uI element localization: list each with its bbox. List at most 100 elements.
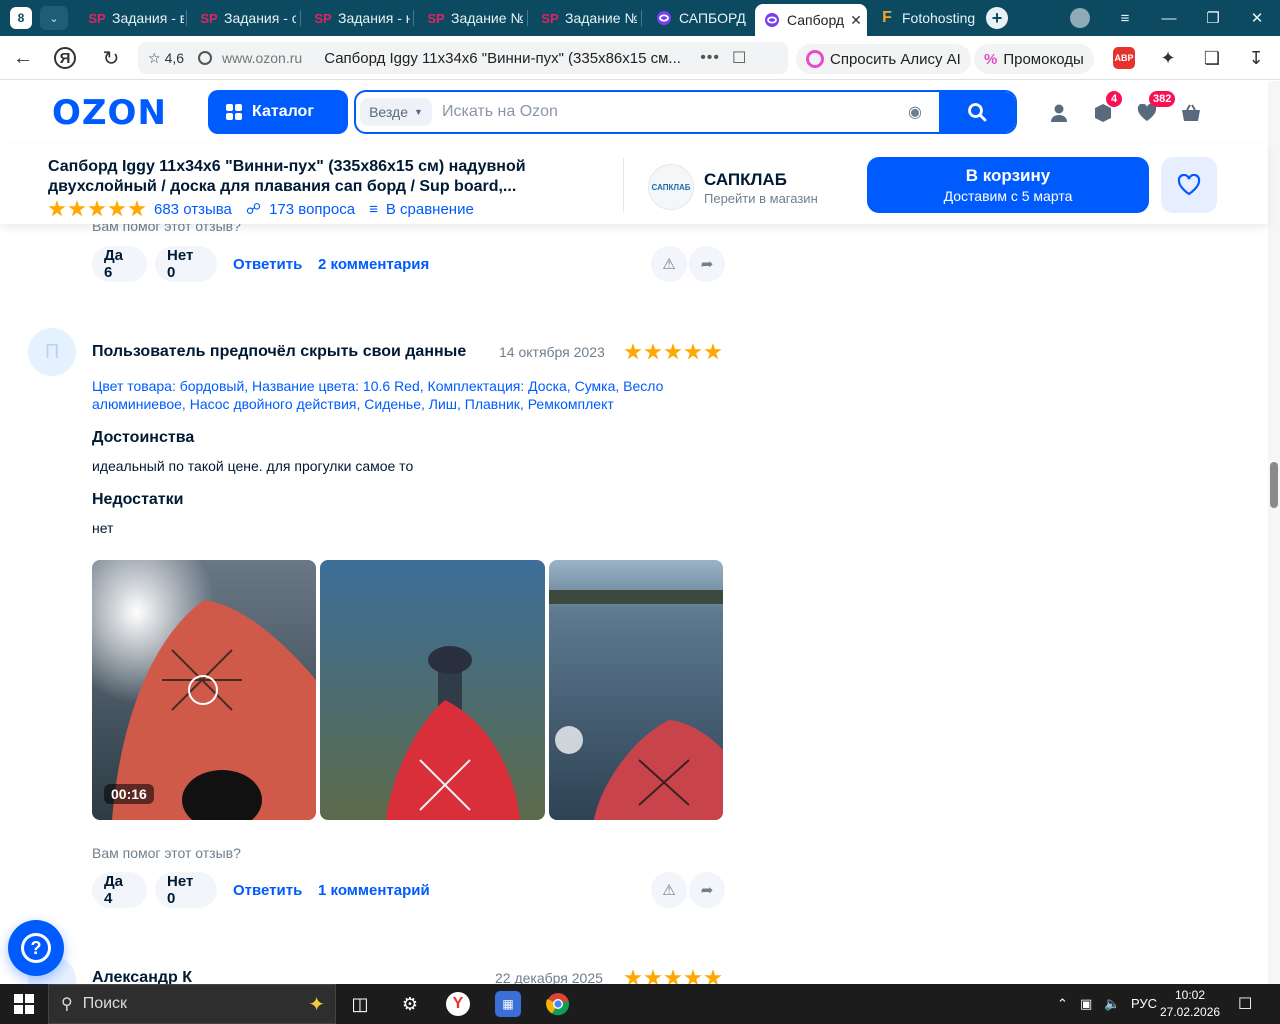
browser-tab[interactable]: SP Задания - н xyxy=(306,4,410,32)
catalog-button[interactable]: Каталог xyxy=(208,90,348,134)
browser-tab[interactable]: САПБОРД xyxy=(647,4,751,32)
menu-icon[interactable]: ≡ xyxy=(1110,6,1140,30)
add-to-cart-button[interactable]: В корзину Доставим с 5 марта xyxy=(867,157,1149,213)
address-bar[interactable]: ☆ 4,6 www.ozon.ru Сапборд Iggy 11x34x6 "… xyxy=(138,42,788,74)
collections-icon[interactable]: ❏ xyxy=(1200,46,1224,70)
windows-start-icon[interactable] xyxy=(14,994,34,1014)
tabs-list-chevron-icon[interactable]: ⌄ xyxy=(40,6,68,30)
search-button[interactable] xyxy=(939,92,1015,132)
pros-heading: Достоинства xyxy=(92,429,195,446)
questions-link[interactable]: 173 вопроса xyxy=(269,201,355,218)
ask-alice-button[interactable]: Спросить Алису AI xyxy=(796,44,971,74)
windows-taskbar: ⚲ Поиск ✦ ◫ ⚙ Y ▦ ⌃ ▣ 🔈 РУС 10:02 27.02.… xyxy=(0,984,1280,1024)
bookmark-icon[interactable]: ☐ xyxy=(732,48,746,68)
reply-link[interactable]: Ответить xyxy=(233,882,302,899)
helpful-no-button[interactable]: Нет 0 xyxy=(155,872,217,908)
system-clock[interactable]: 10:02 27.02.2026 xyxy=(1160,987,1220,1021)
share-arrow-icon[interactable]: ➦ xyxy=(689,872,725,908)
adblock-icon[interactable]: ABP xyxy=(1113,47,1135,69)
ozon-logo[interactable]: OZON xyxy=(52,93,167,133)
search-input[interactable] xyxy=(442,100,902,124)
url-page-title: Сапборд Iggy 11x34x6 "Винни-пух" (335x86… xyxy=(324,49,681,67)
comments-link[interactable]: 2 комментария xyxy=(318,256,429,273)
report-warning-icon[interactable]: ⚠ xyxy=(651,872,687,908)
notifications-icon[interactable]: ☐ xyxy=(1238,994,1252,1014)
more-dots-icon[interactable]: ••• xyxy=(700,49,720,67)
ozon-header: OZON Каталог Везде ▼ ◉ 4 382 xyxy=(0,81,1268,143)
site-rating[interactable]: ☆ 4,6 xyxy=(148,50,184,67)
browser-tab[interactable]: F Fotohosting xyxy=(870,4,976,32)
compare-link[interactable]: В сравнение xyxy=(386,201,474,218)
close-tab-icon[interactable]: ✕ xyxy=(850,12,862,29)
tray-chevron-icon[interactable]: ⌃ xyxy=(1057,996,1068,1012)
star-icon xyxy=(624,969,642,984)
keyboard-language[interactable]: РУС xyxy=(1131,996,1157,1011)
review-photo[interactable] xyxy=(320,560,545,820)
back-arrow-icon[interactable]: ← xyxy=(10,46,36,70)
star-icon xyxy=(48,200,66,217)
add-to-favorites-button[interactable] xyxy=(1161,157,1217,213)
seller-logo[interactable]: САПКЛАБ xyxy=(648,164,694,210)
browser-tab-active[interactable]: Сапборд ✕ xyxy=(755,4,867,36)
grid-icon xyxy=(226,104,242,120)
extensions-puzzle-icon[interactable]: ✦ xyxy=(1156,46,1180,70)
seller-name[interactable]: САПКЛАБ xyxy=(704,170,787,190)
tab-label: Сапборд xyxy=(787,12,845,28)
yandex-home-icon[interactable]: Я xyxy=(54,47,76,69)
task-view-icon[interactable]: ◫ xyxy=(346,990,374,1018)
reviews-link[interactable]: 683 отзыва xyxy=(154,201,232,218)
profile-icon[interactable] xyxy=(1070,8,1090,28)
tab-counter[interactable]: 8 xyxy=(10,7,32,29)
star-icon xyxy=(108,200,126,217)
share-arrow-icon[interactable]: ➦ xyxy=(689,246,725,282)
page-scrollbar[interactable] xyxy=(1268,81,1280,984)
chrome-icon[interactable] xyxy=(544,990,572,1018)
browser-tab[interactable]: SP Задания - в xyxy=(80,4,184,32)
minimize-icon[interactable]: — xyxy=(1154,6,1184,30)
review-photo[interactable] xyxy=(549,560,723,820)
download-icon[interactable]: ↧ xyxy=(1244,46,1268,70)
rating-stars xyxy=(48,200,146,218)
report-warning-icon[interactable]: ⚠ xyxy=(651,246,687,282)
play-icon[interactable] xyxy=(188,675,218,705)
search-icon: ⚲ xyxy=(61,996,73,1013)
help-button[interactable]: ? xyxy=(8,920,64,976)
taskbar-search[interactable]: ⚲ Поиск ✦ xyxy=(48,984,336,1024)
review-rating-stars xyxy=(624,343,722,361)
helpful-yes-button[interactable]: Да 6 xyxy=(92,246,147,282)
cart-basket-icon[interactable] xyxy=(1179,101,1203,125)
star-outline-icon: ☆ xyxy=(148,49,161,66)
settings-gear-icon[interactable]: ⚙ xyxy=(396,990,424,1018)
helpful-yes-button[interactable]: Да 4 xyxy=(92,872,147,908)
reload-icon[interactable]: ↻ xyxy=(98,46,124,70)
yandex-browser-icon[interactable]: Y xyxy=(446,992,470,1016)
close-window-icon[interactable]: ✕ xyxy=(1242,6,1272,30)
review-video-thumbnail[interactable]: 00:16 xyxy=(92,560,316,820)
search-scope-select[interactable]: Везде ▼ xyxy=(360,98,432,126)
star-icon xyxy=(664,969,682,984)
camera-search-icon[interactable]: ◉ xyxy=(908,102,922,122)
network-icon[interactable]: ▣ xyxy=(1080,996,1092,1012)
promocodes-button[interactable]: % Промокоды xyxy=(974,44,1094,74)
volume-icon[interactable]: 🔈 xyxy=(1104,996,1120,1012)
scrollbar-thumb[interactable] xyxy=(1270,462,1278,508)
seller-store-link[interactable]: Перейти в магазин xyxy=(704,191,818,206)
star-icon xyxy=(88,200,106,217)
browser-tab[interactable]: SP Задание № xyxy=(419,4,523,32)
review-variant[interactable]: Цвет товара: бордовый, Название цвета: 1… xyxy=(92,377,692,413)
helpful-question: Вам помог этот отзыв? xyxy=(92,845,241,861)
helpful-no-button[interactable]: Нет 0 xyxy=(155,246,217,282)
browser-tab[interactable]: SP Задания - с xyxy=(192,4,296,32)
photos-app-icon[interactable]: ▦ xyxy=(495,991,521,1017)
reply-link[interactable]: Ответить xyxy=(233,256,302,273)
review-author: Пользователь предпочёл скрыть свои данны… xyxy=(92,343,467,360)
profile-user-icon[interactable] xyxy=(1047,101,1071,125)
browser-tab[interactable]: SP Задание № xyxy=(533,4,637,32)
site-security-icon[interactable] xyxy=(198,51,213,65)
product-rating-row: 683 отзыва ☍ 173 вопроса ≡ В сравнение xyxy=(48,200,474,218)
restore-icon[interactable]: ❐ xyxy=(1198,6,1228,30)
video-duration: 00:16 xyxy=(104,784,154,804)
comments-link[interactable]: 1 комментарий xyxy=(318,882,430,899)
question-icon: ? xyxy=(21,933,51,963)
new-tab-plus-icon[interactable]: + xyxy=(986,7,1008,29)
